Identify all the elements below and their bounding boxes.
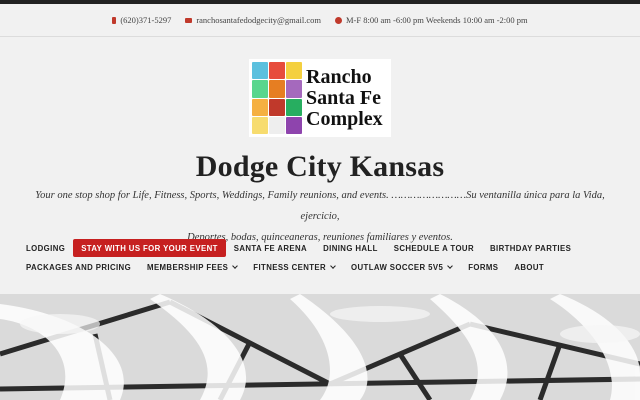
- logo-line: Complex: [306, 107, 383, 130]
- chevron-down-icon: [232, 262, 239, 269]
- nav-item-dining-hall[interactable]: DINING HALL: [315, 239, 386, 257]
- contact-hours: M-F 8:00 am -6:00 pm Weekends 10:00 am -…: [335, 15, 528, 25]
- nav-item-schedule-a-tour[interactable]: SCHEDULE A TOUR: [386, 239, 482, 257]
- email-text: ranchosantafedodgecity@gmail.com: [196, 15, 321, 25]
- hero-image: [0, 294, 640, 400]
- nav-row-2: PACKAGES AND PRICING MEMBERSHIP FEES FIT…: [18, 258, 628, 276]
- tagline-line: Your one stop shop for Life, Fitness, Sp…: [35, 190, 605, 222]
- nav-item-forms[interactable]: FORMS: [460, 258, 506, 276]
- contact-email[interactable]: ranchosantafedodgecity@gmail.com: [185, 15, 321, 25]
- nav-item-membership-fees[interactable]: MEMBERSHIP FEES: [139, 258, 245, 276]
- nav-item-about[interactable]: ABOUT: [506, 258, 552, 276]
- nav-item-packages-and-pricing[interactable]: PACKAGES AND PRICING: [18, 258, 139, 276]
- hero-venue-ceiling-photo: [0, 294, 640, 400]
- logo-wordmark: Rancho Santa Fe Complex: [306, 65, 383, 130]
- clock-icon: [335, 16, 342, 24]
- phone-icon: [112, 16, 117, 24]
- hours-text: M-F 8:00 am -6:00 pm Weekends 10:00 am -…: [346, 15, 528, 25]
- nav-item-santa-fe-arena[interactable]: SANTA FE ARENA: [226, 239, 315, 257]
- site-logo[interactable]: Rancho Santa Fe Complex: [249, 59, 391, 137]
- nav-item-birthday-parties[interactable]: BIRTHDAY PARTIES: [482, 239, 579, 257]
- nav-item-fitness-center[interactable]: FITNESS CENTER: [245, 258, 343, 276]
- nav-item-outlaw-soccer[interactable]: OUTLAW SOCCER 5V5: [343, 258, 460, 276]
- phone-text: (620)371-5297: [120, 15, 172, 25]
- main-navigation: LODGING STAY WITH US FOR YOUR EVENT SANT…: [18, 239, 628, 277]
- chevron-down-icon: [447, 262, 454, 269]
- contact-bar: (620)371-5297 ranchosantafedodgecity@gma…: [0, 4, 640, 37]
- site-title[interactable]: Dodge City Kansas: [0, 150, 640, 184]
- chevron-down-icon: [330, 262, 336, 269]
- logo-line: Santa Fe: [306, 86, 381, 109]
- nav-item-stay-with-us[interactable]: STAY WITH US FOR YOUR EVENT: [73, 239, 226, 257]
- logo-icon-grid: [252, 62, 302, 134]
- nav-row-1: LODGING STAY WITH US FOR YOUR EVENT SANT…: [18, 239, 628, 257]
- logo-line: Rancho: [306, 65, 372, 88]
- envelope-icon: [185, 17, 193, 23]
- contact-phone[interactable]: (620)371-5297: [112, 15, 171, 25]
- nav-item-lodging[interactable]: LODGING: [18, 239, 73, 257]
